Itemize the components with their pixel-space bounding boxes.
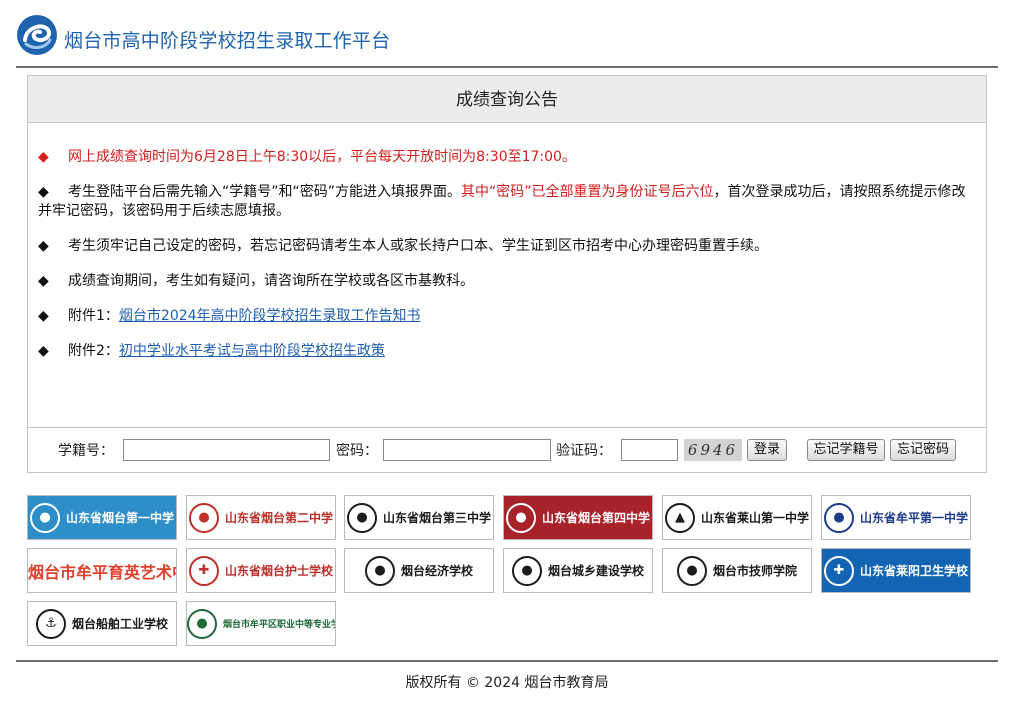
notice-panel: 成绩查询公告 ◆ 网上成绩查询时间为6月28日上午8:30以后，平台每天开放时间为… [27, 75, 987, 473]
captcha-input[interactable] [621, 439, 678, 461]
notice-text: 考生登陆平台后需先输入“学籍号”和“密码”方能进入填报界面。 [68, 184, 462, 200]
school-link[interactable]: ● 山东省烟台第四中学 [503, 495, 653, 540]
notice-text: 网上成绩查询时间为6月28日上午8:30以后，平台每天开放时间为8:30至17:… [68, 149, 576, 165]
site-title: 烟台市高中阶段学校招生录取工作平台 [64, 30, 391, 52]
list-item: ◆ 附件1：烟台市2024年高中阶段学校招生录取工作告知书 [38, 307, 970, 326]
diamond-bullet-icon: ◆ [38, 149, 49, 165]
school-emblem-icon: ✚ [823, 555, 854, 586]
student-id-label: 学籍号： [58, 443, 114, 459]
school-name: 山东省烟台第四中学 [541, 511, 650, 525]
school-link[interactable]: 烟台市牟平育英艺术中学 [27, 548, 177, 593]
attachment-1-link[interactable]: 烟台市2024年高中阶段学校招生录取工作告知书 [119, 308, 421, 324]
notice-highlight: 其中“密码”已全部重置为身份证号后六位 [461, 184, 714, 200]
school-name: 山东省烟台护士学校 [224, 564, 333, 578]
list-item: ◆ 考生登陆平台后需先输入“学籍号”和“密码”方能进入填报界面。其中“密码”已全部… [38, 183, 970, 221]
school-name: 烟台市牟平区职业中等专业学校（烟台工贸学校） [223, 620, 335, 630]
diamond-bullet-icon: ◆ [38, 238, 49, 254]
student-id-input[interactable] [123, 439, 330, 461]
captcha-image[interactable]: 6946 [684, 439, 742, 461]
school-link[interactable]: ● 烟台市牟平区职业中等专业学校（烟台工贸学校） [186, 601, 336, 646]
list-item: ◆ 考生须牢记自己设定的密码，若忘记密码请考生本人或家长持户口本、学生证到区市招考… [38, 237, 970, 256]
school-emblem-icon: ● [187, 608, 217, 639]
password-label: 密码： [336, 443, 378, 459]
footer-copyright: 版权所有 © 2024 烟台市教育局 [16, 660, 998, 703]
school-name: 烟台城乡建设学校 [547, 564, 644, 578]
notice-text: 成绩查询期间，考生如有疑问，请咨询所在学校或各区市基教科。 [68, 273, 474, 289]
school-emblem-icon: ● [346, 502, 377, 533]
school-name: 山东省莱阳卫生学校 [859, 564, 968, 578]
school-link[interactable]: ✚ 山东省莱阳卫生学校 [821, 548, 971, 593]
attachment-label: 附件2： [68, 343, 119, 359]
school-name: 山东省烟台第一中学 [65, 511, 174, 525]
school-link[interactable]: ● 山东省烟台第二中学 [186, 495, 336, 540]
diamond-bullet-icon: ◆ [38, 184, 49, 200]
school-link[interactable]: ● 烟台城乡建设学校 [503, 548, 653, 593]
notice-title: 成绩查询公告 [28, 76, 986, 123]
school-name: 烟台市牟平育英艺术中学 [28, 562, 176, 582]
school-link[interactable]: ● 烟台经济学校 [344, 548, 494, 593]
school-emblem-icon: ● [188, 502, 219, 533]
school-link[interactable]: ✚ 山东省烟台护士学校 [186, 548, 336, 593]
school-name: 山东省烟台第二中学 [224, 511, 333, 525]
school-name: 山东省烟台第三中学 [382, 511, 491, 525]
school-link[interactable]: ● 山东省烟台第三中学 [344, 495, 494, 540]
school-emblem-icon: ● [364, 555, 395, 586]
attachment-2-link[interactable]: 初中学业水平考试与高中阶段学校招生政策 [119, 343, 385, 359]
diamond-bullet-icon: ◆ [38, 308, 49, 324]
school-emblem-icon: ● [511, 555, 542, 586]
school-name: 烟台市技师学院 [712, 564, 797, 578]
school-link[interactable]: ● 烟台市技师学院 [662, 548, 812, 593]
school-emblem-icon: ● [29, 502, 60, 533]
list-item: ◆ 网上成绩查询时间为6月28日上午8:30以后，平台每天开放时间为8:30至17… [38, 148, 970, 167]
school-name: 烟台船舶工业学校 [71, 617, 168, 631]
school-emblem-icon: ● [676, 555, 707, 586]
school-link[interactable]: ● 山东省烟台第一中学 [27, 495, 177, 540]
school-name: 烟台经济学校 [400, 564, 473, 578]
school-emblem-icon: ⚓ [35, 608, 66, 639]
school-link[interactable]: ● 山东省牟平第一中学 [821, 495, 971, 540]
notice-body: ◆ 网上成绩查询时间为6月28日上午8:30以后，平台每天开放时间为8:30至17… [38, 148, 970, 377]
notice-text: 考生须牢记自己设定的密码，若忘记密码请考生本人或家长持户口本、学生证到区市招考中… [68, 238, 768, 254]
school-emblem-icon: ● [505, 502, 536, 533]
school-emblem-icon: ● [823, 502, 854, 533]
forgot-password-button[interactable]: 忘记密码 [890, 439, 956, 461]
list-item: ◆ 成绩查询期间，考生如有疑问，请咨询所在学校或各区市基教科。 [38, 272, 970, 291]
diamond-bullet-icon: ◆ [38, 273, 49, 289]
school-emblem-icon: ✚ [188, 555, 219, 586]
list-item: ◆ 附件2：初中学业水平考试与高中阶段学校招生政策 [38, 342, 970, 361]
school-links: ● 山东省烟台第一中学 ● 山东省烟台第二中学 ● 山东省烟台第三中学 ● 山东省烟台第… [27, 495, 987, 651]
school-name: 山东省莱山第一中学 [700, 511, 809, 525]
forgot-student-id-button[interactable]: 忘记学籍号 [807, 439, 885, 461]
diamond-bullet-icon: ◆ [38, 343, 49, 359]
school-name: 山东省牟平第一中学 [859, 511, 968, 525]
password-input[interactable] [383, 439, 551, 461]
swirl-logo-icon [16, 14, 58, 56]
login-button[interactable]: 登录 [747, 439, 787, 461]
school-link[interactable]: ▲ 山东省莱山第一中学 [662, 495, 812, 540]
attachment-label: 附件1： [68, 308, 119, 324]
site-header: 烟台市高中阶段学校招生录取工作平台 [16, 12, 998, 68]
captcha-label: 验证码： [556, 443, 612, 459]
login-form: 学籍号： 密码： 验证码： 6946 登录 忘记学籍号 忘记密码 [28, 427, 986, 472]
school-link[interactable]: ⚓ 烟台船舶工业学校 [27, 601, 177, 646]
school-emblem-icon: ▲ [664, 502, 695, 533]
